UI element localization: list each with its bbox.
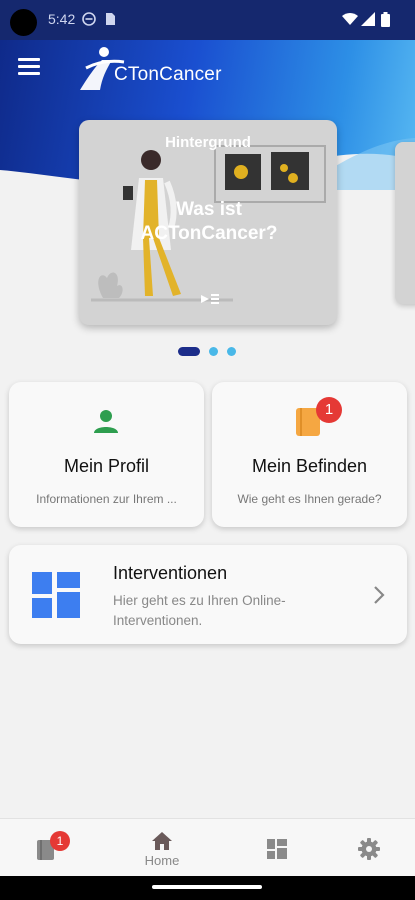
status-bar: 5:42: [0, 0, 415, 40]
wellbeing-card[interactable]: 1 Mein Befinden Wie geht es Ihnen gerade…: [212, 382, 407, 527]
home-icon: [152, 832, 172, 850]
wellbeing-badge: 1: [316, 397, 342, 423]
carousel-next-slide[interactable]: [395, 142, 415, 304]
person-icon: [94, 410, 118, 433]
nav-home[interactable]: Home: [145, 819, 191, 877]
logo-text: CTonCancer: [114, 64, 222, 85]
nav-interventions[interactable]: [267, 819, 289, 877]
menu-icon: [18, 58, 40, 61]
slide-category: Hintergrund: [165, 134, 251, 151]
menu-button[interactable]: [18, 58, 40, 76]
gear-icon: [358, 838, 380, 860]
nav-diary[interactable]: 1: [36, 819, 70, 877]
profile-card-title: Mein Profil: [63, 456, 150, 476]
pager-dot-active[interactable]: [178, 347, 200, 356]
dashboard-icon: [32, 572, 80, 618]
cell-signal-icon: [361, 12, 375, 26]
pager-dot[interactable]: [227, 347, 236, 356]
wellbeing-card-subtitle: Wie geht es Ihnen gerade?: [237, 492, 382, 506]
interventions-card[interactable]: Interventionen Hier geht es zu Ihren Onl…: [9, 545, 407, 644]
pager-dot[interactable]: [209, 347, 218, 356]
bottom-navigation: 1 Home: [0, 818, 415, 876]
wifi-icon: [342, 13, 358, 25]
interventions-card-title: Interventionen: [113, 563, 228, 583]
status-time: 5:42: [48, 11, 76, 27]
diary-badge: 1: [50, 831, 70, 851]
nav-home-label: Home: [144, 853, 180, 868]
app-logo: CTonCancer: [72, 44, 232, 96]
camera-cutout: [10, 9, 37, 36]
profile-card[interactable]: Mein Profil Informationen zur Ihrem ...: [9, 382, 204, 527]
profile-card-subtitle: Informationen zur Ihrem ...: [36, 492, 177, 506]
carousel-slide[interactable]: Hintergrund Was ist ACTonCancer?: [79, 120, 337, 325]
slide-title: Was ist ACTonCancer?: [140, 199, 278, 244]
dnd-icon: [82, 12, 96, 26]
wellbeing-card-title: Mein Befinden: [251, 456, 368, 476]
dashboard-nav-icon: [267, 839, 287, 859]
home-indicator[interactable]: [152, 885, 262, 889]
sim-icon: [106, 13, 115, 25]
nav-settings[interactable]: [358, 819, 380, 877]
gesture-bar: [0, 876, 415, 900]
interventions-card-subtitle: Hier geht es zu Ihren Online-Interventio…: [113, 593, 286, 628]
chevron-right-icon: [374, 586, 385, 604]
battery-icon: [381, 12, 390, 27]
